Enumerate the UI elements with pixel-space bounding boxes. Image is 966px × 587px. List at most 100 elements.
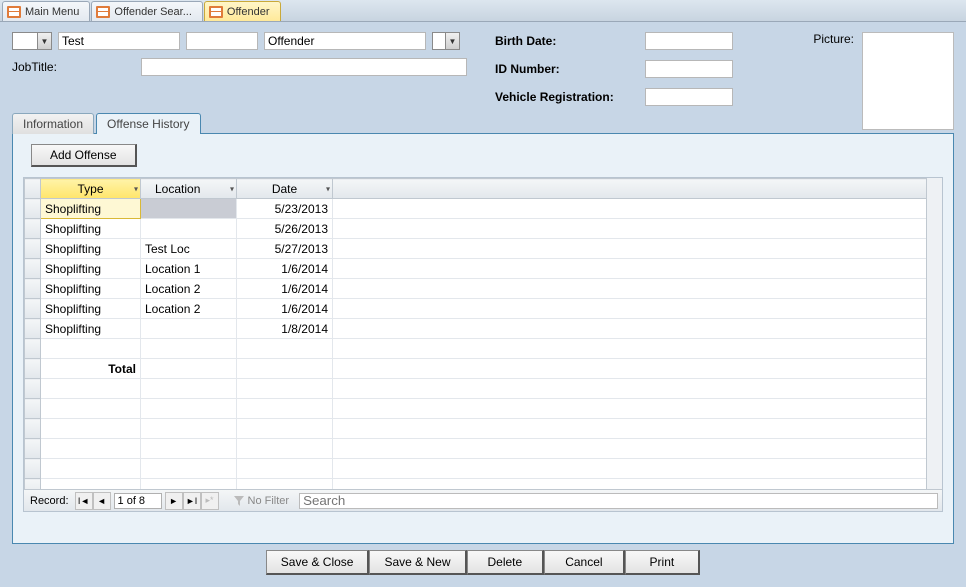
picture-box[interactable] xyxy=(862,32,954,130)
row-selector[interactable] xyxy=(25,299,41,319)
form-button-bar: Save & Close Save & New Delete Cancel Pr… xyxy=(12,550,954,575)
row-selector[interactable] xyxy=(25,319,41,339)
prefix-combo[interactable]: ▼ xyxy=(12,32,52,50)
col-date[interactable]: Date▾ xyxy=(237,179,333,199)
funnel-icon xyxy=(233,495,245,507)
chevron-down-icon[interactable]: ▼ xyxy=(37,33,51,49)
nav-prev-button[interactable]: ◄ xyxy=(93,492,111,510)
record-navigator: Record: I◄ ◄ 1 of 8 ► ►I ▸* No Filter xyxy=(24,489,942,511)
table-row-empty xyxy=(25,399,942,419)
row-selector[interactable] xyxy=(25,239,41,259)
vertical-scrollbar[interactable] xyxy=(926,178,942,489)
cell-date[interactable]: 5/27/2013 xyxy=(237,239,333,259)
cell-blank[interactable] xyxy=(333,199,942,219)
first-name-input[interactable] xyxy=(58,32,180,50)
offense-history-panel: Add Offense Type▾ Location▾ Date▾ Shopli… xyxy=(12,134,954,544)
cell-location[interactable]: Test Loc xyxy=(141,239,237,259)
delete-button[interactable]: Delete xyxy=(467,550,545,575)
cell-type[interactable]: Shoplifting xyxy=(41,239,141,259)
cancel-button[interactable]: Cancel xyxy=(544,550,624,575)
cell-location[interactable] xyxy=(141,219,237,239)
row-selector[interactable] xyxy=(25,199,41,219)
nav-first-button[interactable]: I◄ xyxy=(75,492,93,510)
nav-next-button[interactable]: ► xyxy=(165,492,183,510)
row-selector[interactable] xyxy=(25,259,41,279)
filter-indicator[interactable]: No Filter xyxy=(233,495,290,507)
table-row-new[interactable] xyxy=(25,339,942,359)
col-type[interactable]: Type▾ xyxy=(41,179,141,199)
idnumber-input[interactable] xyxy=(645,60,733,78)
cell-type[interactable]: Shoplifting xyxy=(41,219,141,239)
cell-blank[interactable] xyxy=(333,279,942,299)
add-offense-button[interactable]: Add Offense xyxy=(31,144,137,167)
tab-offender-search[interactable]: Offender Sear... xyxy=(91,1,202,21)
table-row[interactable]: Shoplifting Location 1 1/6/2014 xyxy=(25,259,942,279)
row-selector[interactable] xyxy=(25,279,41,299)
table-row[interactable]: Shoplifting Location 2 1/6/2014 xyxy=(25,299,942,319)
form-icon xyxy=(96,6,110,18)
table-row[interactable]: Shoplifting Location 2 1/6/2014 xyxy=(25,279,942,299)
form-icon xyxy=(7,6,21,18)
suffix-combo[interactable]: ▼ xyxy=(432,32,460,50)
col-location[interactable]: Location▾ xyxy=(141,179,237,199)
cell-type[interactable]: Shoplifting xyxy=(41,199,141,219)
cell-location[interactable]: Location 2 xyxy=(141,299,237,319)
form-icon xyxy=(209,6,223,18)
table-row-empty xyxy=(25,379,942,399)
save-close-button[interactable]: Save & Close xyxy=(266,550,370,575)
cell-location[interactable] xyxy=(141,319,237,339)
chevron-down-icon[interactable]: ▼ xyxy=(445,33,459,49)
nav-new-button[interactable]: ▸* xyxy=(201,492,219,510)
select-all-corner[interactable] xyxy=(25,179,41,199)
cell-type[interactable]: Shoplifting xyxy=(41,299,141,319)
picture-label: Picture: xyxy=(813,32,854,46)
table-row[interactable]: Shoplifting 5/23/2013 xyxy=(25,199,942,219)
cell-type[interactable]: Shoplifting xyxy=(41,279,141,299)
cell-blank[interactable] xyxy=(333,239,942,259)
tab-offender[interactable]: Offender xyxy=(204,1,281,21)
cell-date[interactable]: 1/6/2014 xyxy=(237,259,333,279)
table-row[interactable]: Shoplifting 1/8/2014 xyxy=(25,319,942,339)
cell-date[interactable]: 1/8/2014 xyxy=(237,319,333,339)
row-selector[interactable] xyxy=(25,219,41,239)
total-label: Total xyxy=(41,359,141,379)
table-row[interactable]: Shoplifting 5/26/2013 xyxy=(25,219,942,239)
cell-type[interactable]: Shoplifting xyxy=(41,319,141,339)
cell-date[interactable]: 5/26/2013 xyxy=(237,219,333,239)
table-row-empty xyxy=(25,419,942,439)
cell-date[interactable]: 1/6/2014 xyxy=(237,279,333,299)
last-name-input[interactable] xyxy=(264,32,426,50)
nav-last-button[interactable]: ►I xyxy=(183,492,201,510)
print-button[interactable]: Print xyxy=(625,550,701,575)
tab-main-menu[interactable]: Main Menu xyxy=(2,1,90,21)
save-new-button[interactable]: Save & New xyxy=(369,550,466,575)
cell-blank[interactable] xyxy=(333,299,942,319)
table-row[interactable]: Shoplifting Test Loc 5/27/2013 xyxy=(25,239,942,259)
chevron-down-icon[interactable]: ▾ xyxy=(230,184,234,193)
col-blank xyxy=(333,179,942,199)
cell-location[interactable] xyxy=(141,199,237,219)
chevron-down-icon[interactable]: ▾ xyxy=(326,184,330,193)
record-label: Record: xyxy=(24,495,75,507)
record-position[interactable]: 1 of 8 xyxy=(114,493,162,509)
vehicle-reg-input[interactable] xyxy=(645,88,733,106)
jobtitle-input[interactable] xyxy=(141,58,467,76)
cell-date[interactable]: 1/6/2014 xyxy=(237,299,333,319)
tab-offense-history[interactable]: Offense History xyxy=(96,113,200,134)
table-row-empty xyxy=(25,439,942,459)
cell-blank[interactable] xyxy=(333,319,942,339)
chevron-down-icon[interactable]: ▾ xyxy=(134,184,138,193)
search-input[interactable] xyxy=(299,493,938,509)
tab-information[interactable]: Information xyxy=(12,113,94,134)
jobtitle-label: JobTitle: xyxy=(12,60,57,74)
row-selector[interactable] xyxy=(25,339,41,359)
middle-name-input[interactable] xyxy=(186,32,258,50)
idnumber-label: ID Number: xyxy=(495,62,645,76)
cell-type[interactable]: Shoplifting xyxy=(41,259,141,279)
cell-location[interactable]: Location 1 xyxy=(141,259,237,279)
birthdate-input[interactable] xyxy=(645,32,733,50)
cell-location[interactable]: Location 2 xyxy=(141,279,237,299)
cell-blank[interactable] xyxy=(333,219,942,239)
cell-blank[interactable] xyxy=(333,259,942,279)
cell-date[interactable]: 5/23/2013 xyxy=(237,199,333,219)
